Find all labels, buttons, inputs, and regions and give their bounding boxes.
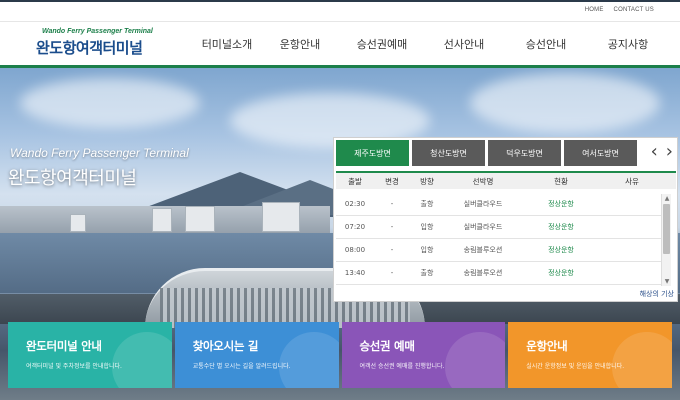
tab-jeju[interactable]: 제주도방면 [336,140,409,166]
nav-shipping-company[interactable]: 선사안내 [423,36,505,52]
schedule-header-row: 출발 변경 방향 선박명 현황 사유 [336,171,676,189]
cell-direction: 출항 [420,200,434,208]
hero-title-korean: 완도항여객터미널 [8,168,137,189]
scroll-down-icon[interactable]: ▼ [662,277,672,286]
nav-notices[interactable]: 공지사항 [587,36,669,52]
cell-change: - [390,269,394,277]
chevron-left-icon[interactable]: ‹ [651,140,658,164]
card-directions[interactable]: 찾아오시는 길 교통수단 별 오시는 길을 알려드립니다. [174,322,339,388]
logo-korean: 완도항여객터미널 [36,39,143,57]
card-ticket-booking[interactable]: 승선권 예매 여객선 승선권 예매를 진행합니다. [341,322,506,388]
cell-status: 정상운항 [548,223,574,231]
tab-cheongsan[interactable]: 청산도방면 [412,140,485,166]
table-row: 07:20 - 입항 실버클라우드 정상운항 [336,216,664,239]
nav-operation-info[interactable]: 운항안내 [259,36,341,52]
scroll-thumb[interactable] [663,204,670,254]
cell-change: - [390,246,394,254]
cell-direction: 입항 [420,223,434,231]
cell-reason [600,262,664,284]
col-status: 현황 [554,176,568,186]
col-change: 변경 [385,176,399,186]
table-row: 02:30 - 출항 실버클라우드 정상운항 [336,193,664,216]
cell-change: - [390,223,394,231]
col-ship-name: 선박명 [472,176,494,186]
building-shape [185,206,215,232]
cell-direction: 입항 [420,246,434,254]
cell-reason [600,216,664,238]
table-row: 13:40 - 출항 송림블루오션 정상운항 [336,262,664,285]
cell-ship-name: 실버클라우드 [463,200,503,208]
schedule-scrollbar[interactable]: ▲ ▼ [661,194,671,286]
scroll-up-icon[interactable]: ▲ [662,194,672,203]
nav-ticket-booking[interactable]: 승선권예매 [341,36,423,52]
tab-yeoseo[interactable]: 여서도방면 [564,140,637,166]
col-reason: 사유 [625,176,639,186]
col-departure: 출발 [348,176,362,186]
nav-terminal-intro[interactable]: 터미널소개 [195,36,259,52]
cell-departure: 13:40 [344,269,366,277]
tab-arrows: ‹ › [651,140,673,164]
cell-departure: 08:00 [344,246,366,254]
ferry-schedule-panel: 제주도방면 청산도방면 덕우도방면 여서도방면 ‹ › 출발 변경 방향 선박명… [333,137,678,302]
cell-reason [600,193,664,215]
building-shape [70,214,86,232]
cell-ship-name: 실버클라우드 [463,223,503,231]
cell-ship-name: 송림블루오션 [463,269,503,277]
marine-weather-link[interactable]: 해상의 기상 [640,289,674,299]
cell-change: - [390,200,394,208]
cell-direction: 출항 [420,269,434,277]
building-shape [262,202,300,232]
main-nav: 터미널소개 운항안내 승선권예매 선사안내 승선안내 공지사항 [195,36,680,52]
home-link[interactable]: HOME [585,7,604,13]
building-shape [152,208,172,232]
table-row: 08:00 - 입항 송림블루오션 정상운항 [336,239,664,262]
logo-english: Wando Ferry Passenger Terminal [42,28,153,35]
cell-reason [600,239,664,261]
contact-link[interactable]: CONTACT US [614,7,654,13]
top-bar: HOME CONTACT US [0,0,680,22]
site-header: Wando Ferry Passenger Terminal 완도항여객터미널 … [0,22,680,68]
schedule-body: 02:30 - 출항 실버클라우드 정상운항 07:20 - 입항 실버클라우드… [336,193,664,285]
nav-boarding-info[interactable]: 승선안내 [505,36,587,52]
card-terminal-info[interactable]: 완도터미널 안내 여객터미널 및 주차정보를 안내합니다. [8,322,172,388]
cloud-shape [20,78,200,128]
top-links: HOME CONTACT US [585,7,654,13]
tab-deogu[interactable]: 덕우도방면 [488,140,561,166]
cell-departure: 07:20 [344,223,366,231]
card-operation-info[interactable]: 운항안내 실시간 운항정보 및 운임을 안내합니다. [508,322,672,388]
hero-title-english: Wando Ferry Passenger Terminal [10,146,189,160]
cell-status: 정상운항 [548,269,574,277]
col-direction: 방향 [420,176,434,186]
cell-departure: 02:30 [344,200,366,208]
route-tabs: 제주도방면 청산도방면 덕우도방면 여서도방면 [336,140,637,166]
cell-status: 정상운항 [548,200,574,208]
site-logo[interactable]: Wando Ferry Passenger Terminal 완도항여객터미널 [36,28,154,58]
cell-ship-name: 송림블루오션 [463,246,503,254]
cloud-shape [470,73,660,133]
cell-status: 정상운항 [548,246,574,254]
chevron-right-icon[interactable]: › [666,140,673,164]
quick-link-cards: 완도터미널 안내 여객터미널 및 주차정보를 안내합니다. 찾아오시는 길 교통… [8,322,672,388]
